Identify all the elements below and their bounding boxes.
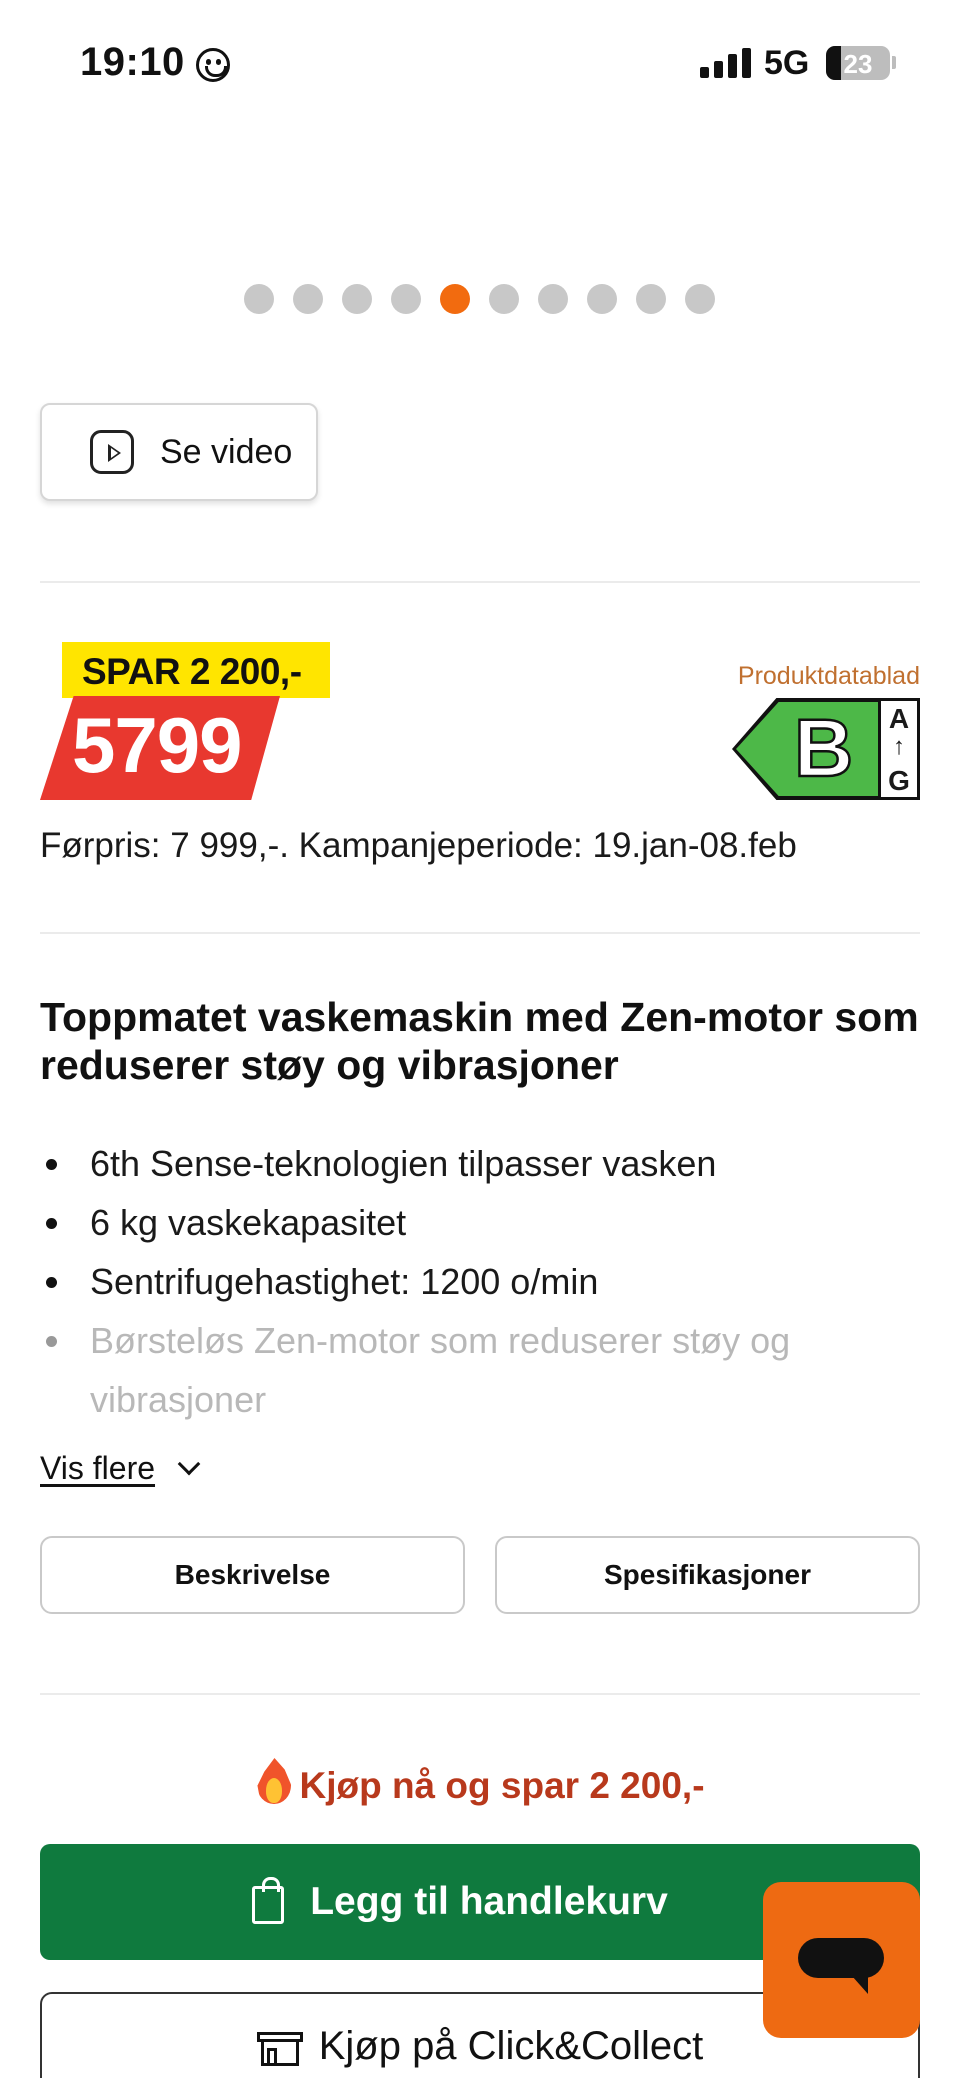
chevron-down-icon: [177, 1452, 201, 1475]
divider: [40, 581, 920, 583]
smiley-face-icon: [196, 48, 230, 82]
datasheet-link[interactable]: Produktdatablad: [738, 662, 920, 691]
carousel-dot[interactable]: [293, 284, 323, 314]
carousel-dot[interactable]: [636, 284, 666, 314]
carousel-dot[interactable]: [244, 284, 274, 314]
price: 5799: [72, 701, 243, 789]
description-button[interactable]: Beskrivelse: [40, 1536, 465, 1614]
product-title: Toppmatet vaskemaskin med Zen-motor som …: [40, 994, 919, 1088]
previous-price: Førpris: 7 999,-. Kampanjeperiode: 19.ja…: [40, 826, 797, 865]
carousel-pagination: [244, 284, 715, 314]
show-more-link[interactable]: Vis flere: [40, 1450, 201, 1487]
list-item: 6 kg vaskekapasitet: [40, 1193, 920, 1252]
battery-level: 23: [843, 49, 873, 79]
carousel-dot[interactable]: [538, 284, 568, 314]
energy-label[interactable]: B A ↑ G: [732, 698, 920, 800]
network-type: 5G: [764, 44, 810, 82]
energy-scale-bottom: G: [888, 765, 910, 796]
carousel-dot[interactable]: [685, 284, 715, 314]
add-to-cart-label: Legg til handlekurv: [310, 1880, 668, 1923]
specifications-button[interactable]: Spesifikasjoner: [495, 1536, 920, 1614]
see-video-button[interactable]: Se video: [40, 403, 318, 501]
chat-button[interactable]: [763, 1882, 920, 2038]
battery-icon: 23: [826, 46, 890, 80]
divider: [40, 932, 920, 934]
store-icon: [256, 2032, 303, 2066]
save-badge-text: SPAR 2 200,-: [82, 651, 302, 692]
show-more-label: Vis flere: [40, 1450, 156, 1486]
energy-scale: A ↑ G: [878, 698, 920, 800]
energy-scale-top: A: [888, 703, 910, 734]
carousel-dot[interactable]: [342, 284, 372, 314]
signal-strength-icon: [700, 48, 752, 78]
play-icon: [90, 430, 134, 474]
list-item: 6th Sense-teknologien tilpasser vasken: [40, 1134, 920, 1193]
feature-list: 6th Sense-teknologien tilpasser vasken 6…: [40, 1134, 920, 1429]
battery-cap: [892, 56, 896, 69]
carousel-dot[interactable]: [391, 284, 421, 314]
shopping-bag-icon: [252, 1877, 285, 1924]
click-collect-label: Kjøp på Click&Collect: [318, 2024, 704, 2068]
list-item: Sentrifugehastighet: 1200 o/min: [40, 1252, 920, 1311]
energy-scale-arrow: ↑: [893, 733, 905, 760]
list-item: Børsteløs Zen-motor som reduserer støy o…: [40, 1311, 920, 1429]
fire-icon: [255, 1758, 293, 1806]
carousel-dot[interactable]: [489, 284, 519, 314]
status-bar: 19:10 5G 23: [0, 0, 960, 130]
carousel-dot-active[interactable]: [440, 284, 470, 314]
carousel-dot[interactable]: [587, 284, 617, 314]
energy-class-letter: B: [793, 702, 855, 796]
promo-text: Kjøp nå og spar 2 200,-: [299, 1765, 705, 1806]
divider: [40, 1693, 920, 1695]
promo-banner: Kjøp nå og spar 2 200,-: [0, 1758, 960, 1807]
status-time: 19:10: [80, 40, 185, 84]
save-badge: SPAR 2 200,-: [62, 642, 330, 698]
see-video-label: Se video: [160, 432, 293, 471]
chat-bubble-icon: [798, 1938, 884, 1994]
